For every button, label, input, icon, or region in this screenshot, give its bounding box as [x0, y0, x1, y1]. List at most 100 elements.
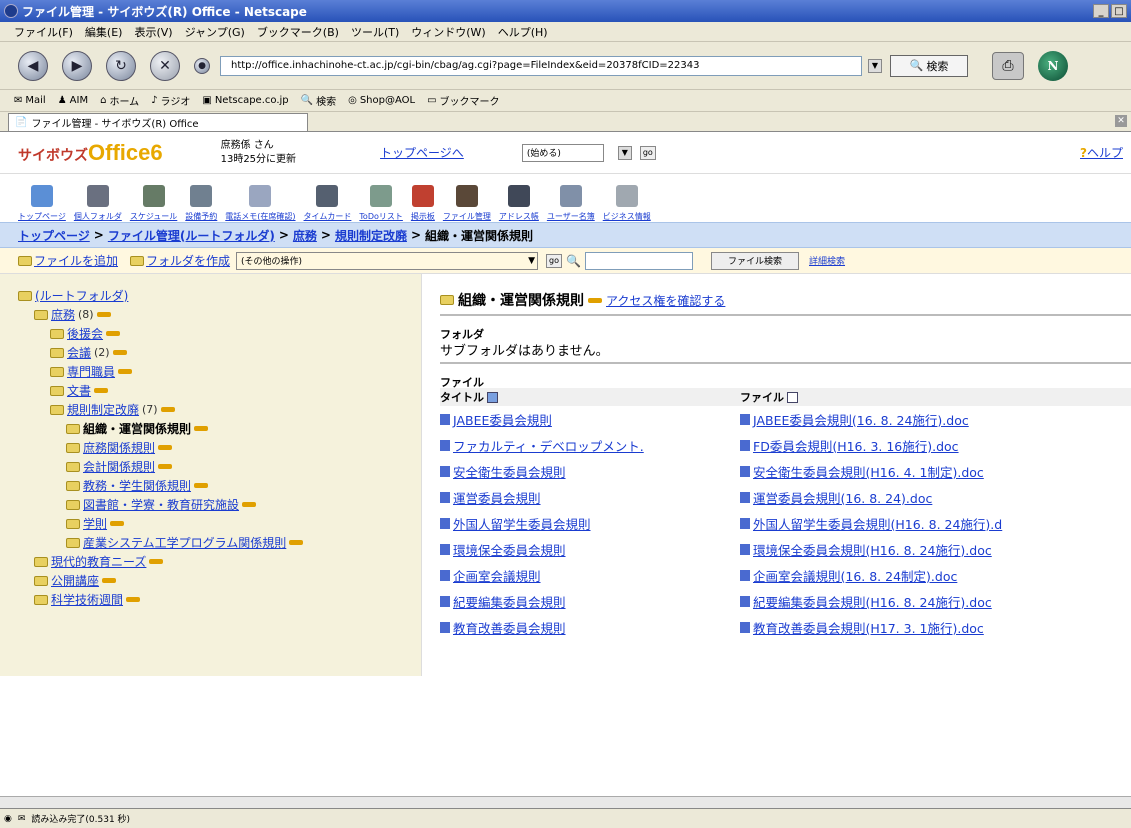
- app-file-management[interactable]: ファイル管理: [443, 185, 491, 222]
- personal-radio[interactable]: ♪ ラジオ: [151, 93, 190, 108]
- add-file-link[interactable]: ファイルを追加: [18, 252, 118, 269]
- file-title-link[interactable]: 運営委員会規則: [440, 488, 740, 507]
- menu-view[interactable]: 表示(V): [128, 24, 178, 40]
- tree-node[interactable]: 組織・運営関係規則: [0, 419, 421, 438]
- app-user-directory[interactable]: ユーザー名簿: [547, 185, 595, 222]
- app-timecard[interactable]: タイムカード: [304, 185, 351, 222]
- file-download-link[interactable]: 環境保全委員会規則(H16. 8. 24施行).doc: [740, 540, 992, 559]
- tree-node[interactable]: 産業システム工学プログラム関係規則: [0, 533, 421, 552]
- tree-node[interactable]: 公開講座: [0, 571, 421, 590]
- tree-node[interactable]: (ルートフォルダ): [0, 286, 421, 305]
- tree-node-label[interactable]: 後援会: [67, 325, 103, 342]
- file-download-link[interactable]: 教育改善委員会規則(H17. 3. 1施行).doc: [740, 618, 984, 637]
- breadcrumb-shomu[interactable]: 庶務: [293, 227, 317, 244]
- breadcrumb-rules[interactable]: 規則制定改廃: [335, 227, 407, 244]
- tree-node-label[interactable]: 産業システム工学プログラム関係規則: [83, 534, 286, 551]
- file-search-input[interactable]: [584, 251, 693, 270]
- help-link[interactable]: ?ヘルプ: [1080, 144, 1123, 161]
- file-title-link[interactable]: JABEE委員会規則: [440, 410, 740, 429]
- file-title-link[interactable]: 環境保全委員会規則: [440, 540, 740, 559]
- file-title-link[interactable]: 外国人留学生委員会規則: [440, 514, 740, 533]
- app-top-page[interactable]: トップページ: [18, 185, 66, 222]
- tree-node[interactable]: 後援会: [0, 324, 421, 343]
- file-download-link[interactable]: 企画室会議規則(16. 8. 24制定).doc: [740, 566, 957, 585]
- file-download-link[interactable]: FD委員会規則(H16. 3. 16施行).doc: [740, 436, 959, 455]
- tree-node[interactable]: 現代的教育ニーズ: [0, 552, 421, 571]
- file-title-link[interactable]: 安全衛生委員会規則: [440, 462, 740, 481]
- menu-window[interactable]: ウィンドウ(W): [405, 24, 491, 40]
- tree-node[interactable]: 学則: [0, 514, 421, 533]
- tab-close-button[interactable]: ✕: [1115, 115, 1127, 127]
- app-todo[interactable]: ToDoリスト: [359, 185, 403, 222]
- menu-bookmarks[interactable]: ブックマーク(B): [251, 24, 345, 40]
- make-folder-link[interactable]: フォルダを作成: [130, 252, 230, 269]
- personal-bookmarks[interactable]: ▭ ブックマーク: [427, 93, 499, 108]
- forward-button[interactable]: ▶: [62, 50, 92, 81]
- reload-button[interactable]: ↻: [106, 50, 136, 81]
- search-button[interactable]: 🔍 検索: [890, 54, 968, 77]
- col-title-header[interactable]: タイトル: [440, 389, 740, 405]
- tree-node[interactable]: 会計関係規則: [0, 457, 421, 476]
- tree-node[interactable]: 規則制定改廃 (7): [0, 400, 421, 419]
- tree-node-label[interactable]: (ルートフォルダ): [35, 287, 128, 304]
- personal-netscape[interactable]: ▣ Netscape.co.jp: [202, 95, 288, 106]
- horizontal-scrollbar[interactable]: [0, 796, 1131, 808]
- menu-edit[interactable]: 編集(E): [79, 24, 129, 40]
- stop-button[interactable]: ✕: [150, 50, 180, 81]
- tab-file-management[interactable]: 📄 ファイル管理 - サイボウズ(R) Office: [8, 113, 308, 131]
- access-rights-link[interactable]: アクセス権を確認する: [606, 292, 725, 309]
- app-phone-memo[interactable]: 電話メモ(在席確認): [225, 185, 296, 222]
- tree-node-label[interactable]: 現代的教育ニーズ: [51, 553, 146, 570]
- tree-node[interactable]: 専門職員: [0, 362, 421, 381]
- url-dropdown-button[interactable]: ▼: [868, 58, 882, 73]
- col-file-header[interactable]: ファイル: [740, 389, 798, 405]
- go-button[interactable]: go: [639, 145, 656, 160]
- app-schedule[interactable]: スケジュール: [130, 185, 177, 222]
- tree-node[interactable]: 文書: [0, 381, 421, 400]
- app-personal-folder[interactable]: 個人フォルダ: [74, 185, 122, 222]
- personal-search[interactable]: 🔍 検索: [301, 93, 336, 108]
- ops-go-button[interactable]: go: [546, 253, 563, 268]
- sort-asc-icon[interactable]: [487, 391, 498, 403]
- cybozu-logo[interactable]: サイボウズOffice6: [18, 140, 163, 166]
- start-select[interactable]: (始める): [521, 143, 604, 162]
- menu-help[interactable]: ヘルプ(H): [492, 24, 554, 40]
- maximize-button[interactable]: □: [1111, 4, 1127, 18]
- personal-mail[interactable]: ✉ Mail: [14, 95, 46, 106]
- menu-tools[interactable]: ツール(T): [345, 24, 405, 40]
- tree-node[interactable]: 科学技術週間: [0, 590, 421, 609]
- breadcrumb-top[interactable]: トップページ: [18, 227, 90, 244]
- tree-node-label[interactable]: 図書館・学寮・教育研究施設: [83, 496, 239, 513]
- detail-search-link[interactable]: 詳細検索: [809, 254, 845, 267]
- personal-aim[interactable]: ♟ AIM: [58, 95, 88, 106]
- top-page-link[interactable]: トップページへ: [380, 144, 464, 161]
- minimize-button[interactable]: _: [1093, 4, 1109, 18]
- file-download-link[interactable]: 運営委員会規則(16. 8. 24).doc: [740, 488, 932, 507]
- file-title-link[interactable]: ファカルティ・デベロップメント.: [440, 436, 740, 455]
- file-download-link[interactable]: 安全衛生委員会規則(H16. 4. 1制定).doc: [740, 462, 984, 481]
- start-select-dropdown[interactable]: ▼: [617, 145, 632, 160]
- file-title-link[interactable]: 紀要編集委員会規則: [440, 592, 740, 611]
- print-button[interactable]: ⎙: [992, 51, 1024, 80]
- tree-node-label[interactable]: 文書: [67, 382, 91, 399]
- home-button[interactable]: ●: [194, 57, 210, 74]
- tree-node-label[interactable]: 公開講座: [51, 572, 99, 589]
- tree-node-label[interactable]: 専門職員: [67, 363, 115, 380]
- tree-node[interactable]: 庶務 (8): [0, 305, 421, 324]
- tree-node[interactable]: 図書館・学寮・教育研究施設: [0, 495, 421, 514]
- tree-node-label[interactable]: 教務・学生関係規則: [83, 477, 191, 494]
- personal-home[interactable]: ⌂ ホーム: [100, 93, 139, 108]
- tree-node[interactable]: 会議 (2): [0, 343, 421, 362]
- back-button[interactable]: ◀: [18, 50, 48, 81]
- menu-jump[interactable]: ジャンプ(G): [179, 24, 251, 40]
- app-bulletin[interactable]: 掲示板: [411, 185, 435, 222]
- app-business-info[interactable]: ビジネス情報: [603, 185, 651, 222]
- file-title-link[interactable]: 教育改善委員会規則: [440, 618, 740, 637]
- tree-node-label[interactable]: 庶務: [51, 306, 75, 323]
- tree-node-label[interactable]: 規則制定改廃: [67, 401, 139, 418]
- tree-node-label[interactable]: 学則: [83, 515, 107, 532]
- menu-file[interactable]: ファイル(F): [8, 24, 79, 40]
- tree-node-label[interactable]: 会議: [67, 344, 91, 361]
- url-input[interactable]: http://office.inhachinohe-ct.ac.jp/cgi-b…: [220, 55, 862, 76]
- file-search-button[interactable]: ファイル検索: [710, 251, 799, 270]
